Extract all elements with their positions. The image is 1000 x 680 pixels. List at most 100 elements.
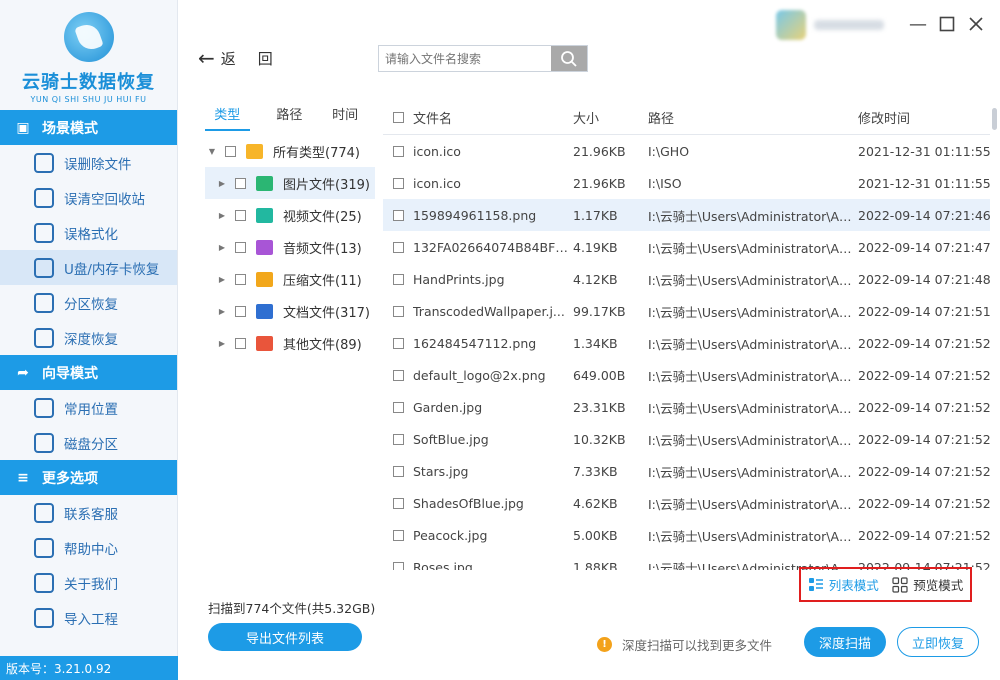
sidebar-item-1-0[interactable]: 常用位置 bbox=[0, 390, 177, 425]
header-size[interactable]: 大小 bbox=[573, 108, 648, 127]
header-name[interactable]: 文件名 bbox=[413, 108, 573, 127]
expand-arrow-icon[interactable]: ▶ bbox=[215, 243, 229, 252]
header-path[interactable]: 路径 bbox=[648, 108, 858, 127]
collapse-arrow-icon[interactable]: ▼ bbox=[205, 147, 219, 156]
maximize-button[interactable] bbox=[937, 14, 957, 34]
category-label: 文档文件(317) bbox=[283, 305, 370, 321]
row-checkbox[interactable] bbox=[392, 337, 404, 349]
table-row[interactable]: Stars.jpg 7.33KB I:\云骑士\Users\Administrato… bbox=[383, 455, 990, 487]
category-checkbox[interactable] bbox=[235, 177, 246, 189]
sidebar-item-1-1[interactable]: 磁盘分区 bbox=[0, 425, 177, 460]
menu-icon: ≡ bbox=[17, 469, 29, 486]
table-row[interactable]: 159894961158.png 1.17KB I:\云骑士\Users\Admin… bbox=[383, 199, 990, 231]
export-list-button[interactable]: 导出文件列表 bbox=[208, 623, 362, 651]
category-checkbox[interactable] bbox=[235, 241, 246, 253]
sidebar-item-label: U盘/内存卡恢复 bbox=[64, 261, 160, 278]
file-time: 2022-09-14 07:21:52 bbox=[858, 431, 990, 447]
category-item[interactable]: ▶ 音频文件(13) bbox=[205, 231, 375, 263]
sidebar-item-2-1[interactable]: 帮助中心 bbox=[0, 530, 177, 565]
table-row[interactable]: HandPrints.jpg 4.12KB I:\云骑士\Users\Adminis… bbox=[383, 263, 990, 295]
sidebar-item-label: 误清空回收站 bbox=[64, 191, 145, 208]
sidebar-item-2-0[interactable]: 联系客服 bbox=[0, 495, 177, 530]
row-checkbox[interactable] bbox=[392, 401, 404, 413]
category-item[interactable]: ▼ 所有类型(774) bbox=[205, 135, 375, 167]
row-checkbox[interactable] bbox=[392, 465, 404, 477]
category-item[interactable]: ▶ 压缩文件(11) bbox=[205, 263, 375, 295]
table-row[interactable]: icon.ico 21.96KB I:\GHO 2021-12-31 01:11:55 bbox=[383, 135, 990, 167]
row-checkbox[interactable] bbox=[392, 145, 404, 157]
preview-mode-icon bbox=[892, 576, 908, 593]
search-input[interactable] bbox=[379, 46, 551, 71]
recover-now-button[interactable]: 立即恢复 bbox=[897, 627, 979, 657]
sidebar-item-0-2[interactable]: 误格式化 bbox=[0, 215, 177, 250]
expand-arrow-icon[interactable]: ▶ bbox=[215, 275, 229, 284]
row-checkbox[interactable] bbox=[392, 177, 404, 189]
row-checkbox[interactable] bbox=[392, 241, 404, 253]
row-checkbox[interactable] bbox=[392, 273, 404, 285]
row-checkbox[interactable] bbox=[392, 305, 404, 317]
row-checkbox[interactable] bbox=[392, 497, 404, 509]
header-time[interactable]: 修改时间 bbox=[858, 108, 988, 127]
sidebar-item-0-0[interactable]: 误删除文件 bbox=[0, 145, 177, 180]
table-row[interactable]: SoftBlue.jpg 10.32KB I:\云骑士\Users\Administ… bbox=[383, 423, 990, 455]
table-row[interactable]: ShadesOfBlue.jpg 4.62KB I:\云骑士\Users\Admin… bbox=[383, 487, 990, 519]
category-checkbox[interactable] bbox=[235, 305, 246, 317]
file-path: I:\云骑士\Users\Administrator\Ap... bbox=[648, 496, 858, 512]
category-label: 所有类型(774) bbox=[273, 145, 360, 161]
tab-2[interactable]: 时间 bbox=[317, 104, 373, 131]
sidebar-item-2-2[interactable]: 关于我们 bbox=[0, 565, 177, 600]
table-row[interactable]: Garden.jpg 23.31KB I:\云骑士\Users\Administra… bbox=[383, 391, 990, 423]
preview-mode-button[interactable]: 预览模式 bbox=[892, 575, 963, 594]
tab-0[interactable]: 类型 bbox=[205, 104, 250, 131]
back-button[interactable]: ← 返 回 bbox=[198, 46, 273, 70]
scrollbar-thumb[interactable] bbox=[992, 108, 997, 130]
search-button[interactable] bbox=[551, 46, 587, 71]
table-row[interactable]: icon.ico 21.96KB I:\ISO 2021-12-31 01:11:55 bbox=[383, 167, 990, 199]
category-checkbox[interactable] bbox=[235, 209, 246, 221]
category-checkbox[interactable] bbox=[225, 145, 236, 157]
list-mode-button[interactable]: 列表模式 bbox=[808, 575, 879, 594]
table-row[interactable]: Peacock.jpg 5.00KB I:\云骑士\Users\Administra… bbox=[383, 519, 990, 551]
sidebar-item-0-4[interactable]: 分区恢复 bbox=[0, 285, 177, 320]
expand-arrow-icon[interactable]: ▶ bbox=[215, 307, 229, 316]
row-checkbox[interactable] bbox=[392, 209, 404, 221]
tab-1[interactable]: 路径 bbox=[262, 104, 318, 131]
category-item[interactable]: ▶ 视频文件(25) bbox=[205, 199, 375, 231]
user-account[interactable] bbox=[776, 10, 886, 40]
sidebar-item-0-3[interactable]: U盘/内存卡恢复 bbox=[0, 250, 177, 285]
category-item[interactable]: ▶ 其他文件(89) bbox=[205, 327, 375, 359]
file-size: 23.31KB bbox=[573, 399, 626, 415]
row-checkbox[interactable] bbox=[392, 529, 404, 541]
row-checkbox-cell bbox=[383, 529, 413, 541]
table-row[interactable]: 132FA02664074B84BF67... 4.19KB I:\云骑士\User… bbox=[383, 231, 990, 263]
sidebar-item-0-1[interactable]: 误清空回收站 bbox=[0, 180, 177, 215]
sidebar-item-label: 磁盘分区 bbox=[64, 436, 118, 453]
file-time: 2022-09-14 07:21:52 bbox=[858, 495, 990, 511]
row-checkbox[interactable] bbox=[392, 369, 404, 381]
table-row[interactable]: TranscodedWallpaper.j... 99.17KB I:\云骑士\Us… bbox=[383, 295, 990, 327]
category-checkbox[interactable] bbox=[235, 337, 246, 349]
sidebar-section-title: 更多选项 bbox=[42, 470, 98, 487]
select-all-checkbox[interactable] bbox=[392, 111, 404, 123]
category-item[interactable]: ▶ 图片文件(319) bbox=[205, 167, 375, 199]
deep-scan-button[interactable]: 深度扫描 bbox=[804, 627, 886, 657]
row-checkbox[interactable] bbox=[392, 561, 404, 570]
table-row[interactable]: 162484547112.png 1.34KB I:\云骑士\Users\Admin… bbox=[383, 327, 990, 359]
row-checkbox-cell bbox=[383, 561, 413, 570]
row-checkbox[interactable] bbox=[392, 433, 404, 445]
minimize-button[interactable]: — bbox=[908, 14, 928, 35]
file-table: 文件名 大小 路径 修改时间 icon.ico 21.96KB I:\GHO 2021… bbox=[383, 100, 990, 570]
category-checkbox[interactable] bbox=[235, 273, 246, 285]
sidebar-section-1: ➦ 向导模式 bbox=[0, 355, 177, 390]
sidebar-item-2-3[interactable]: 导入工程 bbox=[0, 600, 177, 635]
expand-arrow-icon[interactable]: ▶ bbox=[215, 179, 229, 188]
category-item[interactable]: ▶ 文档文件(317) bbox=[205, 295, 375, 327]
category-label: 其他文件(89) bbox=[283, 337, 362, 353]
sidebar-item-0-5[interactable]: 深度恢复 bbox=[0, 320, 177, 355]
maximize-icon bbox=[939, 16, 955, 32]
expand-arrow-icon[interactable]: ▶ bbox=[215, 211, 229, 220]
close-button[interactable] bbox=[966, 14, 986, 34]
scene-icon: ▣ bbox=[16, 119, 30, 136]
expand-arrow-icon[interactable]: ▶ bbox=[215, 339, 229, 348]
table-row[interactable]: default_logo@2x.png 649.00B I:\云骑士\Users\A… bbox=[383, 359, 990, 391]
